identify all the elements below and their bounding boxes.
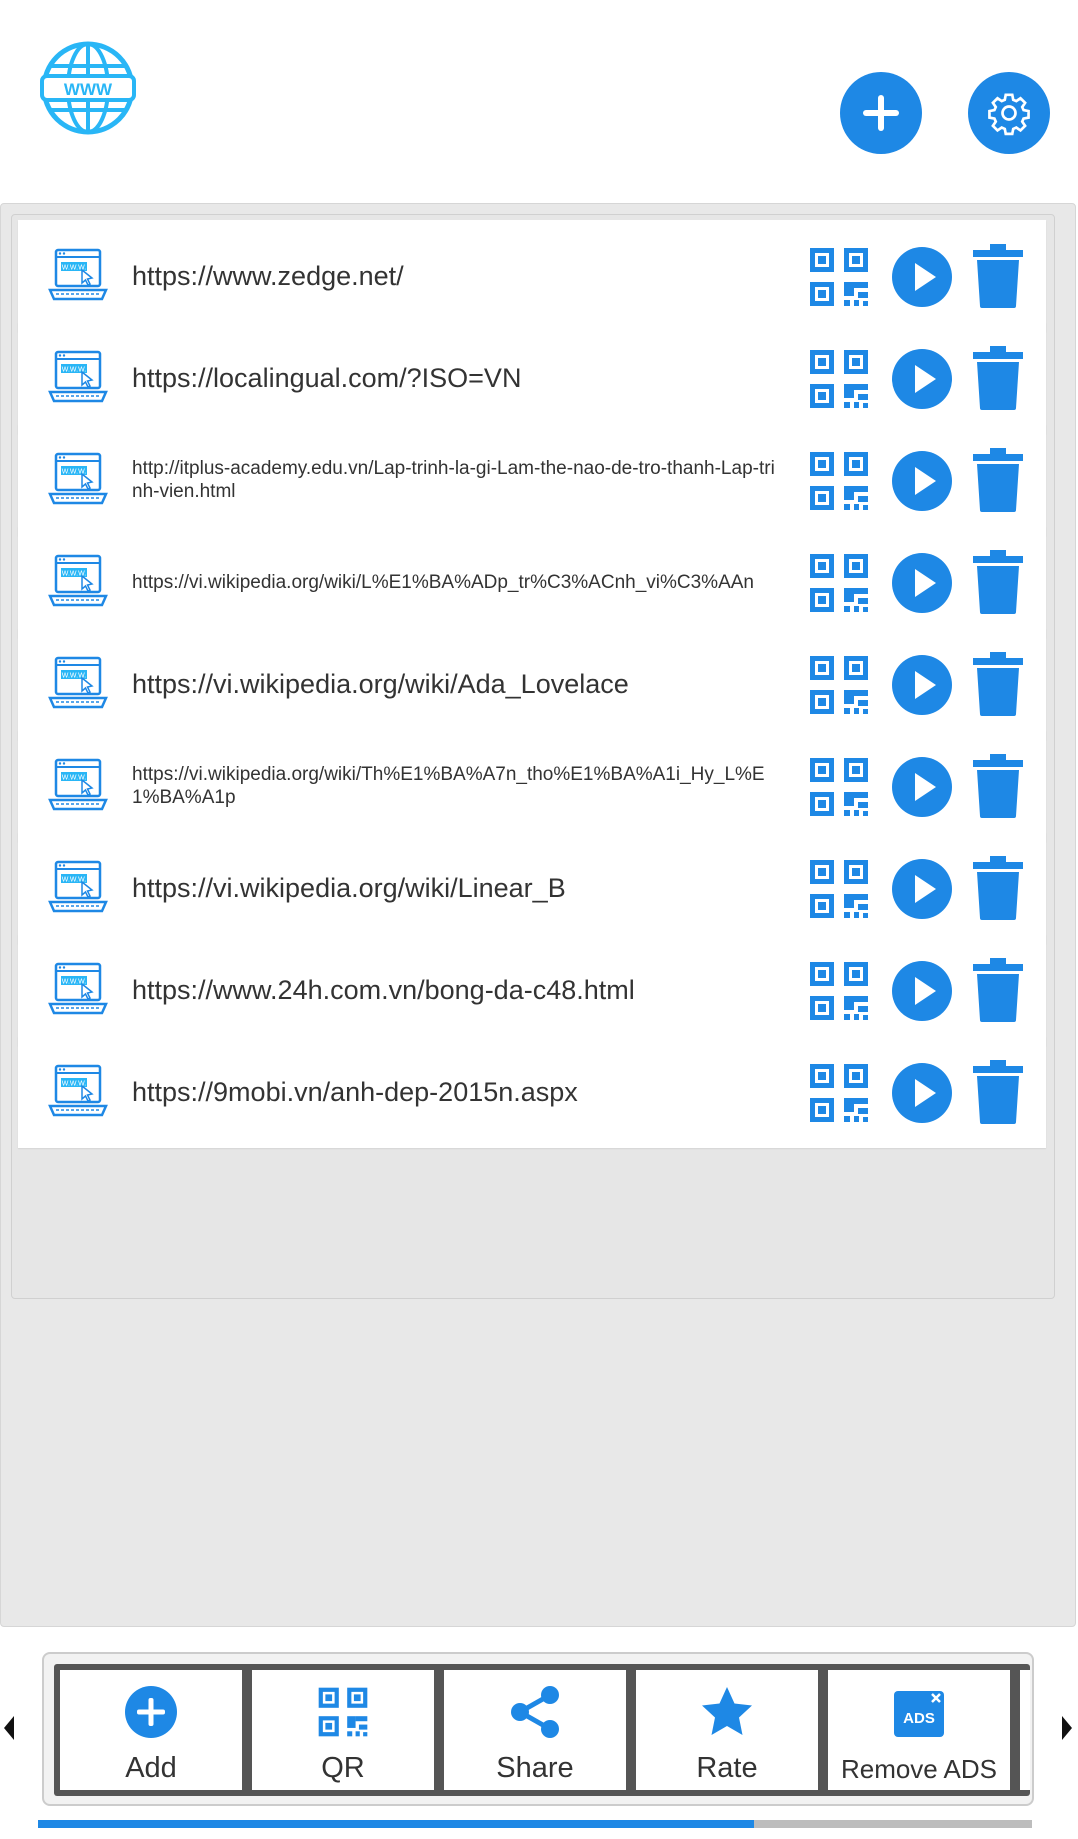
url-text: https://www.24h.com.vn/bong-da-c48.html: [132, 974, 635, 1005]
logo-text: WWW: [64, 80, 113, 99]
url-list-item[interactable]: W.W.W. http://itplus-academy.edu.vn/Lap-…: [18, 424, 1046, 536]
laptop-web-icon: W.W.W.: [48, 248, 108, 301]
delete-trash-icon[interactable]: [973, 244, 1023, 308]
delete-trash-icon[interactable]: [973, 550, 1023, 614]
delete-trash-icon[interactable]: [973, 1060, 1023, 1124]
url-text: https://localingual.com/?ISO=VN: [132, 362, 522, 393]
qr-code-icon[interactable]: [808, 246, 870, 308]
laptop-web-icon: W.W.W.: [48, 554, 108, 607]
url-list-item[interactable]: W.W.W. https://www.24h.com.vn/bong-da-c4…: [18, 934, 1046, 1046]
bottom-toolbar-strip: Add QR Share Rate ADS Remove ADS: [54, 1664, 1030, 1796]
url-list-item[interactable]: W.W.W. https://localingual.com/?ISO=VN: [18, 322, 1046, 434]
url-list-item[interactable]: W.W.W. https://vi.wikipedia.org/wiki/Lin…: [18, 832, 1046, 944]
tab-qr-label: QR: [321, 1752, 365, 1784]
scroll-progress-bar: [38, 1820, 1032, 1828]
bottom-toolbar: Add QR Share Rate ADS Remove ADS: [42, 1652, 1034, 1806]
plus-icon: [863, 95, 899, 131]
open-url-play-icon[interactable]: [891, 1062, 953, 1124]
tab-remove-ads-label: Remove ADS: [840, 1754, 998, 1784]
url-text: https://vi.wikipedia.org/wiki/Th%E1%BA%A…: [132, 764, 765, 808]
tab-share-label: Share: [496, 1752, 574, 1784]
delete-trash-icon[interactable]: [973, 958, 1023, 1022]
url-list-item[interactable]: W.W.W. https://vi.wikipedia.org/wiki/Ada…: [18, 628, 1046, 740]
delete-trash-icon[interactable]: [973, 346, 1023, 410]
url-list-item[interactable]: W.W.W. https://vi.wikipedia.org/wiki/L%E…: [18, 526, 1046, 638]
qr-code-icon[interactable]: [808, 348, 870, 410]
open-url-play-icon[interactable]: [891, 552, 953, 614]
url-list-item[interactable]: W.W.W. https://vi.wikipedia.org/wiki/Th%…: [18, 730, 1046, 842]
qr-code-icon: [315, 1684, 371, 1740]
scroll-progress-fill: [38, 1820, 754, 1828]
tab-partial: [1020, 1670, 1030, 1790]
share-icon: [507, 1684, 563, 1740]
laptop-web-icon: W.W.W.: [48, 860, 108, 913]
scroll-right-arrow-icon[interactable]: [1062, 1716, 1072, 1740]
laptop-web-icon: W.W.W.: [48, 656, 108, 709]
open-url-play-icon[interactable]: [891, 960, 953, 1022]
delete-trash-icon[interactable]: [973, 856, 1023, 920]
laptop-web-icon: W.W.W.: [48, 1064, 108, 1117]
open-url-play-icon[interactable]: [891, 756, 953, 818]
tab-rate[interactable]: Rate: [636, 1670, 818, 1790]
url-text: http://itplus-academy.edu.vn/Lap-trinh-l…: [132, 458, 775, 502]
star-icon: [699, 1684, 755, 1740]
remove-ads-icon: ADS: [891, 1684, 947, 1740]
url-text: https://vi.wikipedia.org/wiki/L%E1%BA%AD…: [132, 571, 754, 593]
url-list-item[interactable]: W.W.W. https://www.zedge.net/: [18, 220, 1046, 332]
open-url-play-icon[interactable]: [891, 654, 953, 716]
scroll-left-arrow-icon[interactable]: [4, 1716, 14, 1740]
tab-remove-ads[interactable]: ADS Remove ADS: [828, 1670, 1010, 1790]
open-url-play-icon[interactable]: [891, 858, 953, 920]
qr-code-icon[interactable]: [808, 960, 870, 1022]
delete-trash-icon[interactable]: [973, 754, 1023, 818]
url-text: https://vi.wikipedia.org/wiki/Linear_B: [132, 872, 566, 903]
www-globe-logo-icon: WWW: [40, 41, 136, 135]
qr-code-icon[interactable]: [808, 552, 870, 614]
url-text: https://9mobi.vn/anh-dep-2015n.aspx: [132, 1076, 578, 1107]
open-url-play-icon[interactable]: [891, 246, 953, 308]
qr-code-icon[interactable]: [808, 654, 870, 716]
tab-qr[interactable]: QR: [252, 1670, 434, 1790]
open-url-play-icon[interactable]: [891, 450, 953, 512]
qr-code-icon[interactable]: [808, 858, 870, 920]
tab-add[interactable]: Add: [60, 1670, 242, 1790]
delete-trash-icon[interactable]: [973, 448, 1023, 512]
qr-code-icon[interactable]: [808, 1062, 870, 1124]
laptop-web-icon: W.W.W.: [48, 350, 108, 403]
tab-add-label: Add: [125, 1752, 177, 1784]
delete-trash-icon[interactable]: [973, 652, 1023, 716]
laptop-web-icon: W.W.W.: [48, 452, 108, 505]
qr-code-icon[interactable]: [808, 756, 870, 818]
url-list-item[interactable]: W.W.W. https://9mobi.vn/anh-dep-2015n.as…: [18, 1036, 1046, 1148]
add-circle-icon: [123, 1684, 179, 1740]
qr-code-icon[interactable]: [808, 450, 870, 512]
settings-button[interactable]: [968, 72, 1050, 154]
laptop-web-icon: W.W.W.: [48, 758, 108, 811]
open-url-play-icon[interactable]: [891, 348, 953, 410]
gear-icon: [988, 93, 1030, 136]
ads-badge-text: ADS: [903, 1710, 935, 1727]
tab-share[interactable]: Share: [444, 1670, 626, 1790]
url-text: https://vi.wikipedia.org/wiki/Ada_Lovela…: [132, 668, 629, 699]
laptop-web-icon: W.W.W.: [48, 962, 108, 1015]
add-url-button[interactable]: [840, 72, 922, 154]
url-text: https://www.zedge.net/: [132, 260, 404, 291]
tab-rate-label: Rate: [696, 1752, 758, 1784]
